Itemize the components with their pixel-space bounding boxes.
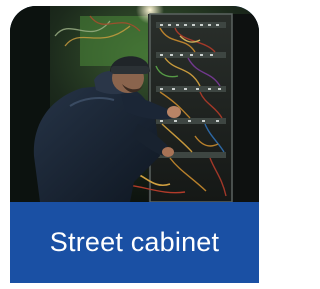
card-title: Street cabinet [10,202,259,283]
street-cabinet-card[interactable]: Street cabinet [10,6,259,283]
technician-photo [10,6,259,202]
